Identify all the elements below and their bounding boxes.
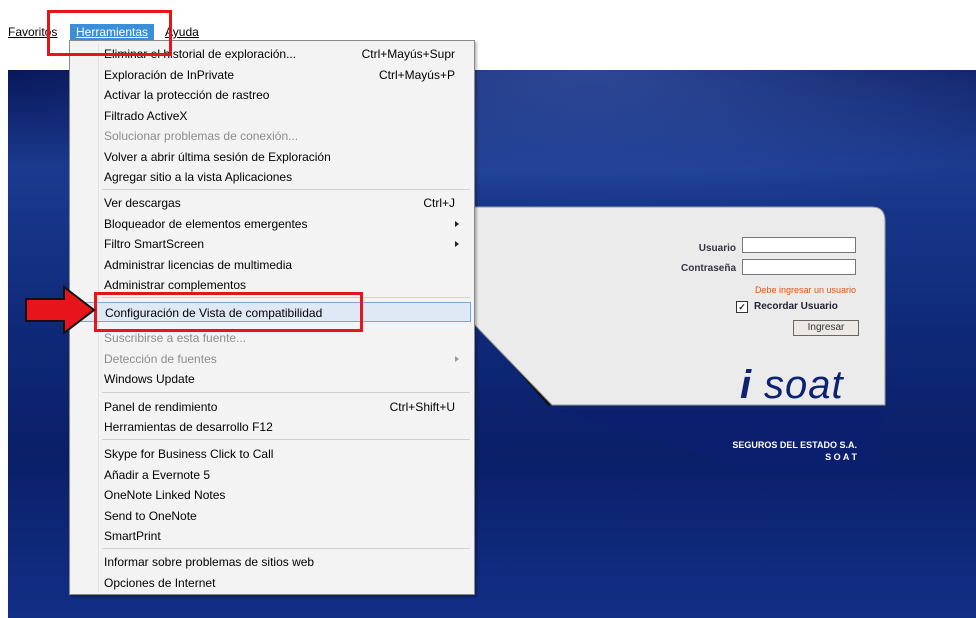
- remember-label: Recordar Usuario: [754, 301, 838, 312]
- isoat-logo: i soat: [740, 355, 880, 410]
- menu-item-label: Añadir a Evernote 5: [104, 468, 211, 482]
- menu-item-label: Send to OneNote: [104, 509, 197, 523]
- menu-item-label: Administrar complementos: [104, 278, 247, 292]
- menu-item-shortcut: Ctrl+Shift+U: [389, 400, 455, 414]
- menu-separator: [102, 392, 470, 393]
- menu-item-volver-abrir-sesion[interactable]: Volver a abrir última sesión de Explorac…: [73, 147, 471, 167]
- menu-separator: [102, 189, 470, 190]
- menu-item-label: Volver a abrir última sesión de Explorac…: [104, 150, 331, 164]
- company-line-2: S O A T: [825, 452, 857, 462]
- menu-item-ver-descargas[interactable]: Ver descargas Ctrl+J: [73, 193, 471, 213]
- menu-item-filtrado-activex[interactable]: Filtrado ActiveX: [73, 106, 471, 126]
- menu-item-onenote-linked[interactable]: OneNote Linked Notes: [73, 485, 471, 505]
- menu-item-label: Activar la protección de rastreo: [104, 88, 270, 102]
- menu-item-label: Ver descargas: [104, 196, 181, 210]
- menu-item-windows-update[interactable]: Windows Update: [73, 369, 471, 389]
- remember-user[interactable]: ✓ Recordar Usuario: [736, 301, 838, 313]
- menu-item-herramientas-f12[interactable]: Herramientas de desarrollo F12: [73, 417, 471, 437]
- menu-item-licencias-multimedia[interactable]: Administrar licencias de multimedia: [73, 255, 471, 275]
- menu-item-label: Agregar sitio a la vista Aplicaciones: [104, 170, 293, 184]
- menu-item-bloqueador-emergentes[interactable]: Bloqueador de elementos emergentes: [73, 214, 471, 234]
- menu-item-label: OneNote Linked Notes: [104, 488, 226, 502]
- menu-item-skype-business[interactable]: Skype for Business Click to Call: [73, 444, 471, 464]
- company-name: SEGUROS DEL ESTADO S.A. S O A T: [690, 439, 857, 463]
- warning-text: Debe ingresar un usuario: [754, 285, 856, 295]
- menu-item-evernote[interactable]: Añadir a Evernote 5: [73, 465, 471, 485]
- red-arrow-icon: [25, 285, 96, 335]
- menu-item-shortcut: Ctrl+Mayús+Supr: [361, 47, 455, 61]
- menu-separator: [102, 548, 470, 549]
- annotation-box-compatibilidad: [94, 292, 363, 332]
- usuario-label: Usuario: [698, 243, 736, 254]
- menu-item-label: SmartPrint: [104, 529, 161, 543]
- submenu-arrow-icon: [455, 241, 459, 247]
- annotation-box-herramientas: [47, 10, 172, 56]
- contrasena-input[interactable]: [742, 259, 856, 275]
- usuario-input[interactable]: [742, 237, 856, 253]
- menu-separator: [102, 439, 470, 440]
- menu-item-filtro-smartscreen[interactable]: Filtro SmartScreen: [73, 234, 471, 254]
- company-line-1: SEGUROS DEL ESTADO S.A.: [732, 440, 857, 450]
- menu-item-panel-rendimiento[interactable]: Panel de rendimiento Ctrl+Shift+U: [73, 397, 471, 417]
- ingresar-button[interactable]: Ingresar: [793, 320, 859, 336]
- contrasena-label: Contraseña: [680, 263, 736, 274]
- menu-item-label: Herramientas de desarrollo F12: [104, 420, 273, 434]
- menu-item-label: Filtro SmartScreen: [104, 237, 205, 251]
- login-panel: Usuario Contraseña Debe ingresar un usua…: [440, 205, 887, 473]
- menu-item-label: Skype for Business Click to Call: [104, 447, 274, 461]
- isoat-logo-text: soat: [764, 363, 844, 407]
- submenu-arrow-icon: [455, 221, 459, 227]
- menu-item-label: Panel de rendimiento: [104, 400, 218, 414]
- menu-item-solucionar-problemas: Solucionar problemas de conexión...: [73, 126, 471, 146]
- menu-item-label: Solucionar problemas de conexión...: [104, 129, 299, 143]
- menu-item-smartprint[interactable]: SmartPrint: [73, 526, 471, 546]
- menu-item-shortcut: Ctrl+Mayús+P: [378, 68, 455, 82]
- menu-item-send-onenote[interactable]: Send to OneNote: [73, 506, 471, 526]
- menu-item-informar-problemas[interactable]: Informar sobre problemas de sitios web: [73, 552, 471, 572]
- menu-item-label: Filtrado ActiveX: [104, 109, 188, 123]
- isoat-logo-mark: i: [740, 363, 752, 407]
- menu-item-opciones-internet[interactable]: Opciones de Internet: [73, 573, 471, 593]
- menu-item-deteccion-fuentes: Detección de fuentes: [73, 349, 471, 369]
- menu-item-label: Bloqueador de elementos emergentes: [104, 217, 308, 231]
- menu-item-agregar-sitio[interactable]: Agregar sitio a la vista Aplicaciones: [73, 167, 471, 187]
- menu-item-label: Informar sobre problemas de sitios web: [104, 555, 315, 569]
- menu-item-label: Administrar licencias de multimedia: [104, 258, 293, 272]
- menu-item-label: Opciones de Internet: [104, 576, 216, 590]
- menu-item-label: Exploración de InPrivate: [104, 68, 235, 82]
- remember-checkbox[interactable]: ✓: [736, 301, 748, 313]
- menu-item-label: Suscribirse a esta fuente...: [104, 331, 247, 345]
- menu-item-shortcut: Ctrl+J: [423, 196, 455, 210]
- menu-item-proteccion-rastreo[interactable]: Activar la protección de rastreo: [73, 85, 471, 105]
- menu-item-label: Windows Update: [104, 372, 195, 386]
- menu-item-label: Detección de fuentes: [104, 352, 217, 366]
- submenu-arrow-icon: [455, 356, 459, 362]
- menu-item-inprivate[interactable]: Exploración de InPrivate Ctrl+Mayús+P: [73, 65, 471, 85]
